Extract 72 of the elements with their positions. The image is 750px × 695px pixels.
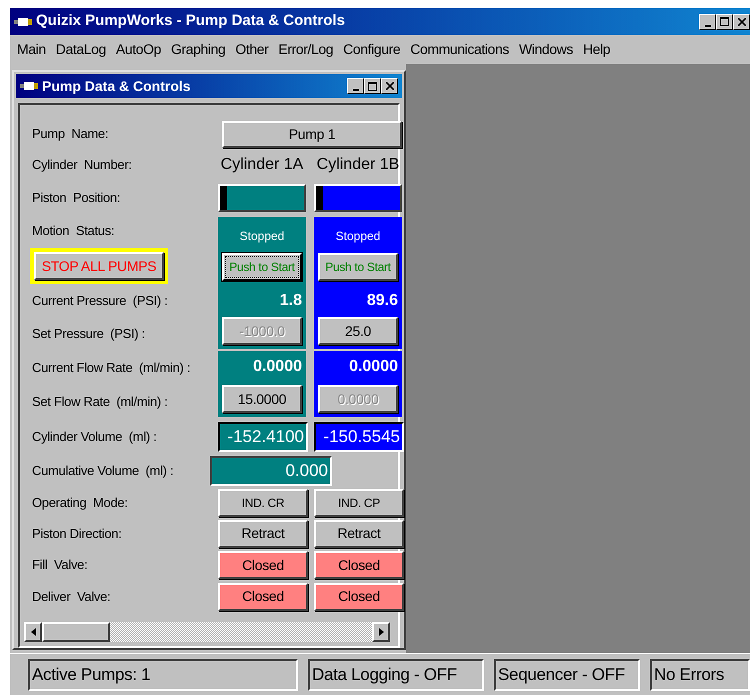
cylinder-name: Cylinder 1B [316, 155, 400, 175]
window-title: Quizix PumpWorks - Pump Data & Controls [36, 11, 345, 32]
child-window-title: Pump Data & Controls [42, 76, 191, 96]
deliver-valve-button[interactable]: Closed [218, 582, 308, 610]
field-label: Set Flow Rate (ml/min) : [32, 393, 169, 412]
right-arrow-icon [378, 628, 384, 636]
scroll-thumb[interactable] [42, 622, 110, 642]
scroll-left-button[interactable] [24, 622, 42, 642]
close-button[interactable] [733, 14, 750, 30]
menu-item[interactable]: Windows [514, 39, 578, 60]
maximize-button[interactable] [364, 78, 381, 94]
pump-name-button[interactable]: Pump 1 [222, 120, 402, 148]
status-panel: Active Pumps: 1 [28, 658, 298, 690]
field-label: Current Pressure (PSI) : [32, 292, 169, 310]
horizontal-scrollbar[interactable] [24, 622, 390, 642]
current-pressure-value: 89.6 [366, 291, 398, 311]
motion-status-text: Stopped [336, 228, 380, 245]
field-label: Fill Valve: [32, 556, 88, 574]
cylinder-name: Cylinder 1A [220, 155, 304, 175]
set-flow-rate-button[interactable]: 15.0000 [222, 385, 302, 413]
cumulative-volume-field: 0.000 [210, 456, 332, 486]
status-panel: Data Logging - OFF [308, 658, 484, 690]
menu-item[interactable]: Configure [338, 39, 406, 60]
close-icon [386, 82, 394, 90]
piston-direction-button[interactable]: Retract [314, 520, 404, 548]
field-label: Cylinder Volume (ml) : [32, 428, 158, 446]
operating-mode-button[interactable]: IND. CR [218, 488, 308, 516]
field-label: Cumulative Volume (ml) : [32, 462, 174, 480]
field-label: Piston Direction: [32, 524, 123, 543]
left-arrow-icon [30, 628, 36, 636]
minimize-button[interactable] [699, 14, 716, 30]
minimize-icon [704, 24, 710, 26]
close-button[interactable] [381, 78, 398, 94]
scroll-right-button[interactable] [372, 622, 390, 642]
menu-item[interactable]: Error/Log [273, 39, 338, 60]
close-icon [738, 18, 746, 26]
field-label: Pump Name: [32, 125, 110, 144]
current-flow-rate-value: 0.0000 [252, 357, 302, 377]
motion-status-text: Stopped [240, 228, 284, 245]
status-panel: Sequencer - OFF [494, 658, 640, 690]
app-icon [14, 16, 32, 26]
app-icon [20, 81, 38, 91]
minimize-button[interactable] [347, 78, 364, 94]
maximize-icon [368, 82, 377, 90]
field-label: Piston Position: [32, 189, 122, 208]
cylinder-volume-field: -152.4100 [218, 422, 308, 452]
minimize-icon [352, 89, 358, 91]
menu-item[interactable]: AutoOp [110, 39, 166, 60]
piston-direction-button[interactable]: Retract [218, 520, 308, 548]
cylinder-volume-field: -150.5545 [314, 422, 404, 452]
maximize-button[interactable] [716, 14, 733, 30]
field-label: Cylinder Number: [32, 156, 133, 174]
fill-valve-button[interactable]: Closed [218, 551, 308, 579]
menu-item[interactable]: Main [12, 39, 51, 60]
current-pressure-value: 1.8 [278, 291, 302, 311]
field-label: Current Flow Rate (ml/min) : [32, 359, 192, 378]
field-label: Deliver Valve: [32, 588, 112, 606]
field-label: Operating Mode: [32, 494, 129, 512]
fill-valve-button[interactable]: Closed [314, 551, 404, 579]
field-label: Set Pressure (PSI) : [32, 325, 146, 344]
menu-item[interactable]: Graphing [166, 39, 230, 60]
operating-mode-button[interactable]: IND. CP [314, 488, 404, 516]
status-panel: No Errors [650, 658, 750, 690]
menu-item[interactable]: Communications [405, 39, 514, 60]
menu-item[interactable]: Other [230, 39, 274, 60]
set-pressure-button[interactable]: 25.0 [318, 317, 398, 345]
field-label: Motion Status: [32, 222, 116, 240]
menu-item[interactable]: DataLog [50, 39, 111, 60]
current-flow-rate-value: 0.0000 [348, 357, 398, 377]
menu-item[interactable]: Help [578, 39, 616, 60]
maximize-icon [720, 17, 729, 26]
deliver-valve-button[interactable]: Closed [314, 582, 404, 610]
